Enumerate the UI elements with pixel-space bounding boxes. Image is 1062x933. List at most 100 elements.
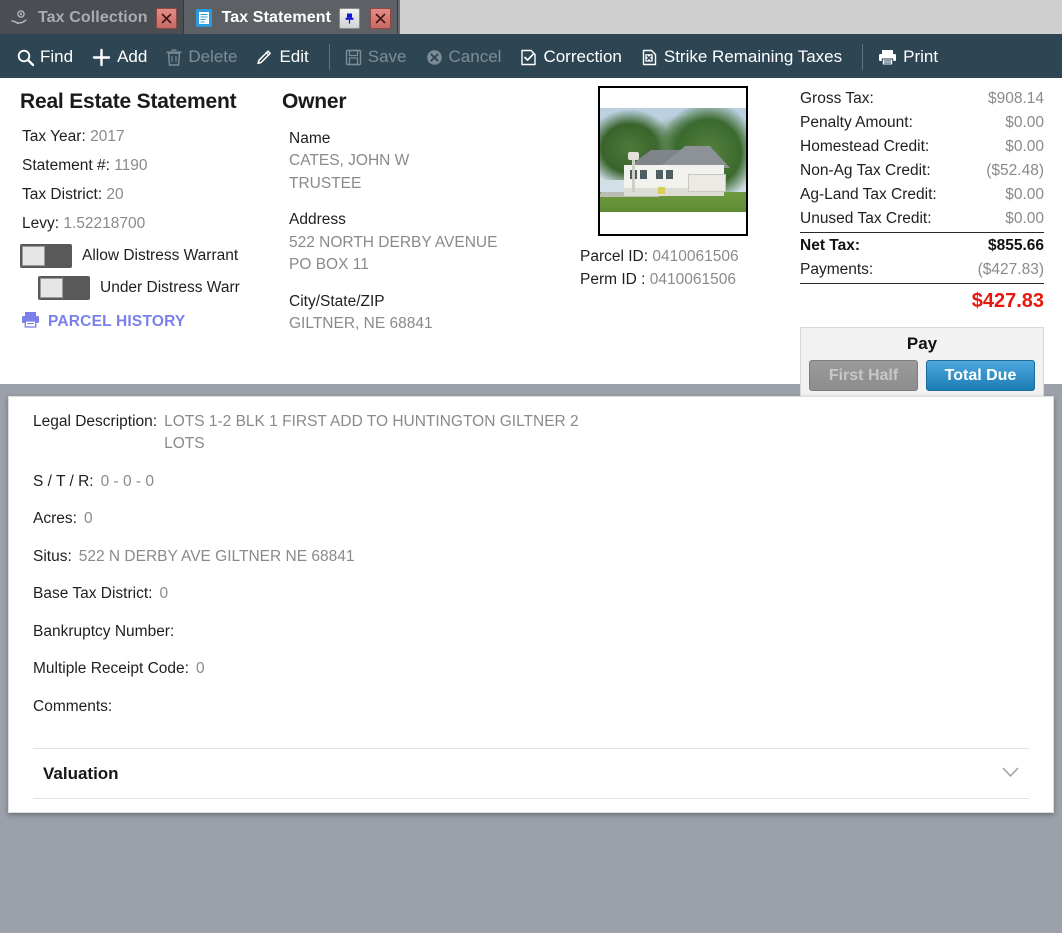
owner-address-line1: 522 NORTH DERBY AVENUE	[289, 233, 498, 251]
find-button[interactable]: Find	[10, 43, 85, 71]
valuation-accordion: Valuation	[33, 748, 1029, 798]
section-township-range-row: S / T / R: 0 - 0 - 0	[33, 471, 1029, 493]
net-tax-label: Net Tax:	[800, 231, 965, 259]
unused-tax-credit-amount: $0.00	[1005, 209, 1044, 227]
parcel-history-label: PARCEL HISTORY	[48, 313, 186, 330]
payments-accordion: Payments ( 1 )	[33, 798, 1029, 812]
levy-label: Levy:	[22, 215, 60, 232]
non-ag-tax-credit-label: Non-Ag Tax Credit:	[800, 161, 931, 179]
table-row: Non-Ag Tax Credit: ($52.48)	[800, 160, 1044, 184]
pay-title: Pay	[906, 334, 938, 354]
valuation-accordion-header[interactable]: Valuation	[33, 749, 1029, 798]
payments-row: Payments: ($427.83)	[800, 259, 1044, 283]
cancel-label: Cancel	[448, 47, 502, 66]
owner-address-label: Address	[289, 211, 346, 229]
tax-summary-table: Gross Tax: $908.14 Penalty Amount: $0.00…	[800, 88, 1044, 318]
toolbar-divider-2	[862, 44, 864, 70]
tab-tax-collection[interactable]: Tax Collection	[0, 0, 184, 36]
close-icon[interactable]	[370, 7, 392, 29]
statement-number-value: 1190	[114, 157, 148, 174]
balance-due-row: $427.83	[800, 282, 1044, 318]
under-distress-warrant-row: Under Distress Warr	[20, 276, 272, 300]
situs-label: Situs:	[33, 547, 72, 565]
toggle-knob	[22, 246, 45, 266]
cancel-button: Cancel	[419, 43, 514, 71]
base-tax-district-value: 0	[159, 585, 169, 603]
multiple-receipt-code-label: Multiple Receipt Code:	[33, 660, 189, 678]
payments-accordion-header[interactable]: Payments ( 1 )	[33, 799, 1029, 812]
save-label: Save	[367, 47, 407, 66]
owner-citystatezip-block: City/State/ZIP GILTNER, NE 68841	[277, 291, 552, 336]
tax-year-value: 2017	[90, 128, 125, 145]
first-half-button: First Half	[809, 360, 918, 392]
tax-district-row: Tax District: 20	[20, 186, 272, 204]
tax-year-label: Tax Year:	[22, 128, 86, 145]
close-icon[interactable]	[155, 7, 177, 29]
table-row: Unused Tax Credit: $0.00	[800, 208, 1044, 232]
statement-number-label: Statement #:	[22, 157, 110, 174]
print-label: Print	[903, 47, 939, 66]
edit-button[interactable]: Edit	[249, 43, 320, 71]
perm-id-row: Perm ID : 0410061506	[580, 268, 794, 291]
payments-label: Payments:	[800, 260, 874, 278]
gross-tax-amount: $908.14	[987, 90, 1044, 107]
tab-label: Tax Statement	[221, 9, 332, 26]
payments-amount: ($427.83)	[977, 260, 1044, 278]
printer-icon	[20, 310, 41, 334]
multiple-receipt-code-value: 0	[195, 660, 205, 678]
pin-icon[interactable]	[339, 7, 361, 29]
situs-row: Situs: 522 N DERBY AVE GILTNER NE 68841	[33, 546, 1029, 568]
penalty-amount-value: $0.00	[1005, 113, 1044, 131]
add-button[interactable]: Add	[85, 43, 159, 72]
pencil-icon	[255, 48, 274, 67]
gross-tax-label: Gross Tax:	[800, 90, 874, 107]
levy-row: Levy: 1.52218700	[20, 215, 272, 233]
valuation-title: Valuation	[43, 763, 119, 783]
main-toolbar: Find Add Delete Edit Save Cancel Correct…	[0, 36, 1062, 78]
situs-value: 522 N DERBY AVE GILTNER NE 68841	[78, 547, 355, 565]
owner-address-line2: PO BOX 11	[289, 256, 369, 274]
strike-remaining-taxes-button[interactable]: Strike Remaining Taxes	[634, 43, 854, 71]
tax-summary-column: Gross Tax: $908.14 Penalty Amount: $0.00…	[794, 78, 1062, 401]
strike-remaining-taxes-label: Strike Remaining Taxes	[663, 47, 843, 66]
tab-bar: Tax Collection Tax Statement	[0, 0, 1062, 36]
tab-tax-statement[interactable]: Tax Statement	[183, 0, 399, 36]
bankruptcy-number-label: Bankruptcy Number:	[33, 622, 175, 640]
print-button[interactable]: Print	[871, 43, 950, 71]
unused-tax-credit-label: Unused Tax Credit:	[800, 209, 932, 227]
owner-title: Owner	[282, 90, 347, 113]
strike-document-icon	[640, 48, 659, 67]
delete-button: Delete	[159, 43, 249, 71]
legal-description-line1: LOTS 1-2 BLK 1 FIRST ADD TO HUNTINGTON G…	[164, 413, 579, 430]
cancel-icon	[425, 48, 444, 67]
hand-coin-icon	[10, 8, 30, 28]
parcel-id-value: 0410061506	[652, 248, 739, 265]
parcel-history-link[interactable]: PARCEL HISTORY	[20, 310, 272, 334]
table-row: Homestead Credit: $0.00	[800, 136, 1044, 160]
allow-distress-warrant-toggle[interactable]	[20, 244, 72, 268]
legal-description-line2: LOTS	[164, 435, 205, 453]
non-ag-tax-credit-amount: ($52.48)	[986, 161, 1044, 179]
table-row: Ag-Land Tax Credit: $0.00	[800, 184, 1044, 208]
pay-panel: Pay First Half Total Due	[800, 327, 1044, 401]
comments-row: Comments:	[33, 696, 1029, 718]
base-tax-district-label: Base Tax District:	[33, 585, 153, 603]
save-icon	[344, 48, 363, 67]
chevron-down-icon	[1002, 765, 1019, 783]
page-title: Real Estate Statement	[20, 90, 237, 113]
check-document-icon	[519, 48, 538, 67]
statement-number-row: Statement #: 1190	[20, 157, 272, 175]
levy-value: 1.52218700	[63, 215, 146, 232]
allow-distress-warrant-row: Allow Distress Warrant	[20, 244, 272, 268]
delete-label: Delete	[188, 47, 238, 66]
section-township-range-label: S / T / R:	[33, 472, 94, 490]
ag-land-tax-credit-label: Ag-Land Tax Credit:	[800, 185, 937, 203]
net-tax-amount: $855.66	[964, 231, 1044, 259]
correction-button[interactable]: Correction	[513, 43, 633, 71]
owner-name-line1: CATES, JOHN W	[289, 152, 410, 170]
allow-distress-warrant-label: Allow Distress Warrant	[82, 247, 239, 264]
parcel-id-label: Parcel ID:	[580, 248, 649, 265]
legal-description-value: LOTS 1-2 BLK 1 FIRST ADD TO HUNTINGTON G…	[164, 411, 579, 456]
under-distress-warrant-toggle[interactable]	[38, 276, 90, 300]
total-due-button[interactable]: Total Due	[926, 360, 1035, 392]
